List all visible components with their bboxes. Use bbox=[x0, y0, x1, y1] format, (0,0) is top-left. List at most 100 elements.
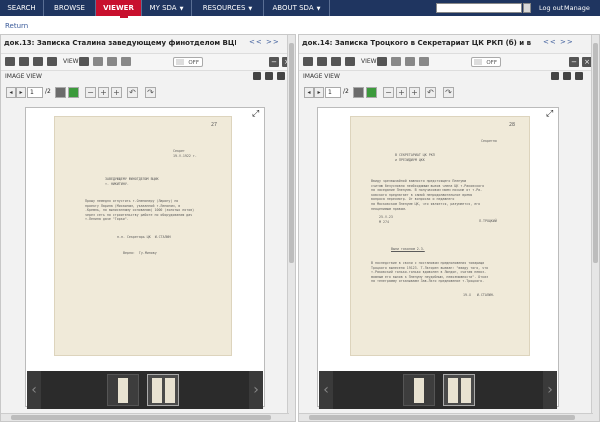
nav-browse[interactable]: BROWSE bbox=[44, 0, 96, 16]
nav-about-sda[interactable]: ABOUT SDA ▼ bbox=[264, 0, 330, 16]
print-icon[interactable] bbox=[47, 57, 57, 66]
image-viewer[interactable]: 27 Секрет 19.V.1922 г. ЗАВЕДУЮЩЕМУ ФИНОТ… bbox=[25, 107, 265, 407]
layout-split-icon[interactable] bbox=[107, 57, 117, 66]
rotate-left-icon[interactable]: ↶ bbox=[425, 87, 436, 98]
transcript-toggle[interactable]: OFF bbox=[173, 57, 203, 67]
layout-split-icon[interactable] bbox=[405, 57, 415, 66]
thumbnail-page-2[interactable] bbox=[147, 374, 179, 406]
expand-icon[interactable]: ⤢ bbox=[252, 110, 261, 119]
tag-icon[interactable] bbox=[563, 72, 571, 80]
rotate-left-icon[interactable]: ↶ bbox=[127, 87, 138, 98]
thumbnail-page-1[interactable] bbox=[403, 374, 435, 406]
toggle-knob bbox=[176, 59, 184, 65]
top-navigation-bar: SEARCH BROWSE VIEWER MY SDA ▼ RESOURCES ▼ … bbox=[0, 0, 600, 28]
doc-signature: п.п. Секретарь ЦК И.СТАЛИН bbox=[117, 235, 171, 239]
layout-text-icon[interactable] bbox=[391, 57, 401, 66]
layout-list-icon[interactable] bbox=[419, 57, 429, 66]
thumbnail-image bbox=[165, 378, 175, 403]
document-page-image: 27 Секрет 19.V.1922 г. ЗАВЕДУЮЩЕМУ ФИНОТ… bbox=[54, 116, 232, 356]
tag-icon[interactable] bbox=[265, 72, 273, 80]
page-controls: ◂ ▸ 1 /2 − + + ↶ ↷ bbox=[299, 86, 599, 100]
thumbnail-strip: ‹ › bbox=[27, 371, 263, 409]
doc-decree-title: Выпи токолом 2.3. bbox=[391, 247, 425, 251]
thumbnail-page-2[interactable] bbox=[443, 374, 475, 406]
scrollbar-thumb[interactable] bbox=[289, 43, 294, 263]
list-icon[interactable] bbox=[575, 72, 583, 80]
manage-profile-link[interactable]: Manage profile bbox=[564, 0, 600, 28]
scrollbar-thumb[interactable] bbox=[11, 415, 271, 420]
fit-page-icon[interactable] bbox=[366, 87, 377, 98]
search-button[interactable] bbox=[523, 3, 531, 13]
zoom-in-icon[interactable]: + bbox=[409, 87, 420, 98]
horizontal-scrollbar[interactable] bbox=[1, 413, 289, 421]
chevron-right-icon[interactable]: › bbox=[543, 371, 557, 409]
nav-viewer[interactable]: VIEWER bbox=[96, 0, 142, 16]
scrollbar-thumb[interactable] bbox=[593, 43, 598, 263]
export-icon[interactable] bbox=[33, 57, 43, 66]
zoom-out-icon[interactable]: − bbox=[85, 87, 96, 98]
pan-icon[interactable]: + bbox=[396, 87, 407, 98]
doc-header: Секрет 19.V.1922 г. bbox=[173, 149, 197, 158]
rotate-right-icon[interactable]: ↷ bbox=[443, 87, 454, 98]
pane-toolbar: VIEW: OFF − × bbox=[1, 53, 295, 71]
layout-list-icon[interactable] bbox=[121, 57, 131, 66]
page-total: /2 bbox=[343, 88, 349, 95]
copy-icon[interactable] bbox=[19, 57, 29, 66]
layout-single-icon[interactable] bbox=[79, 57, 89, 66]
layout-single-icon[interactable] bbox=[377, 57, 387, 66]
image-viewer[interactable]: 28 Секретно В СЕКРЕТАРИАТ ЦК РКП и ПРЕЗИ… bbox=[317, 107, 559, 407]
prev-page-button[interactable]: ◂ bbox=[6, 87, 16, 98]
pan-icon[interactable]: + bbox=[98, 87, 109, 98]
chevron-left-icon[interactable]: ‹ bbox=[27, 371, 41, 409]
save-icon[interactable] bbox=[5, 57, 15, 66]
doc-decree-body: В последствие в связи с постановом предп… bbox=[371, 261, 489, 284]
nav-my-sda[interactable]: MY SDA ▼ bbox=[142, 0, 192, 16]
horizontal-scrollbar[interactable] bbox=[299, 413, 593, 421]
list-icon[interactable] bbox=[277, 72, 285, 80]
nav-search[interactable]: SEARCH bbox=[0, 0, 44, 16]
rotate-right-icon[interactable]: ↷ bbox=[145, 87, 156, 98]
fit-width-icon[interactable] bbox=[353, 87, 364, 98]
vertical-scrollbar[interactable] bbox=[287, 35, 295, 421]
fit-page-icon[interactable] bbox=[68, 87, 79, 98]
minimize-icon[interactable]: − bbox=[569, 57, 579, 67]
return-link[interactable]: Return bbox=[5, 22, 28, 30]
toggle-label: OFF bbox=[486, 60, 497, 66]
prev-page-button[interactable]: ◂ bbox=[304, 87, 314, 98]
logout-link[interactable]: Log out bbox=[539, 0, 563, 16]
zoom-out-icon[interactable]: − bbox=[383, 87, 394, 98]
pane-prev-next[interactable]: << >> bbox=[543, 38, 574, 46]
nav-label: ABOUT SDA bbox=[272, 4, 314, 12]
thumbnail-page-1[interactable] bbox=[107, 374, 139, 406]
print-icon[interactable] bbox=[345, 57, 355, 66]
thumbnail-image bbox=[461, 378, 471, 403]
copy-icon[interactable] bbox=[317, 57, 327, 66]
next-page-button[interactable]: ▸ bbox=[16, 87, 26, 98]
expand-icon[interactable]: ⤢ bbox=[546, 110, 555, 119]
bookmark-icon[interactable] bbox=[253, 72, 261, 80]
next-page-button[interactable]: ▸ bbox=[314, 87, 324, 98]
nav-resources[interactable]: RESOURCES ▼ bbox=[192, 0, 264, 16]
doc-body: Ввиду чрезвычайной важности предстоящего… bbox=[371, 179, 485, 211]
vertical-scrollbar[interactable] bbox=[591, 35, 599, 421]
chevron-left-icon[interactable]: ‹ bbox=[319, 371, 333, 409]
bookmark-icon[interactable] bbox=[551, 72, 559, 80]
minimize-icon[interactable]: − bbox=[269, 57, 279, 67]
zoom-in-icon[interactable]: + bbox=[111, 87, 122, 98]
export-icon[interactable] bbox=[331, 57, 341, 66]
pane-prev-next[interactable]: << >> bbox=[249, 38, 280, 46]
thumbnail-image bbox=[414, 378, 424, 403]
chevron-right-icon[interactable]: › bbox=[249, 371, 263, 409]
scrollbar-thumb[interactable] bbox=[309, 415, 575, 420]
save-icon[interactable] bbox=[303, 57, 313, 66]
page-number-input[interactable]: 1 bbox=[325, 87, 341, 98]
thumbnail-strip: ‹ › bbox=[319, 371, 557, 409]
page-number-input[interactable]: 1 bbox=[27, 87, 43, 98]
pane-title: док.13: Записка Сталина заведующему фино… bbox=[4, 39, 236, 47]
search-input[interactable] bbox=[436, 3, 522, 13]
fit-width-icon[interactable] bbox=[55, 87, 66, 98]
transcript-toggle[interactable]: OFF bbox=[471, 57, 501, 67]
archive-stamp: 27 bbox=[211, 122, 218, 128]
doc-body: Прошу немедля отпустить т.Оленинеру (Лар… bbox=[85, 199, 195, 222]
layout-text-icon[interactable] bbox=[93, 57, 103, 66]
